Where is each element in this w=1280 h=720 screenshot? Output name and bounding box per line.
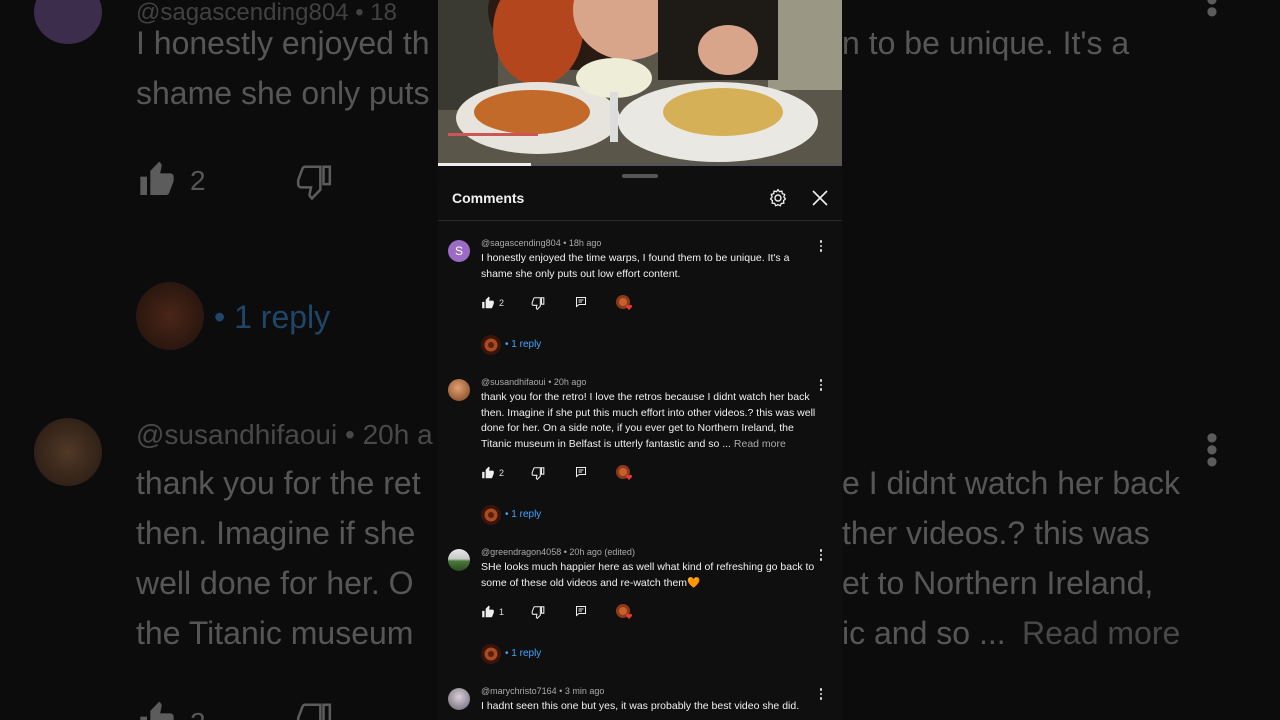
settings-icon[interactable] <box>766 186 790 210</box>
comment-item: @marychristo7164 • 3 min ago I hadnt see… <box>438 686 842 720</box>
bg-text-line: the Titanic museum <box>136 615 414 651</box>
creator-heart-icon <box>616 295 633 310</box>
thumbs-down-icon[interactable] <box>531 466 545 480</box>
bg-text-line: I honestly enjoyed th <box>136 25 430 61</box>
comment-actions: 1 <box>481 604 821 621</box>
comment-meta: @marychristo7164 • 3 min ago <box>481 686 605 696</box>
avatar[interactable] <box>448 379 470 401</box>
bg-thumbs-up-icon <box>140 161 174 195</box>
comment-meta: @greendragon4058 • 20h ago (edited) <box>481 547 635 557</box>
bg-thumbs-down-icon <box>296 703 332 720</box>
reply-icon[interactable] <box>575 466 587 478</box>
view-replies[interactable]: • 1 reply <box>481 505 601 527</box>
avatar[interactable]: S <box>448 240 470 262</box>
reply-icon[interactable] <box>575 605 587 617</box>
like-count: 2 <box>499 298 505 308</box>
drag-handle[interactable] <box>622 174 658 178</box>
creator-heart-icon <box>616 465 633 480</box>
creator-heart-icon <box>616 604 633 619</box>
comment-actions: 2 <box>481 465 821 482</box>
reply-count-link[interactable]: • 1 reply <box>505 509 541 520</box>
thumbs-up-icon[interactable] <box>481 296 495 310</box>
comment-author[interactable]: @marychristo7164 <box>481 686 557 696</box>
bg-read-more: Read more <box>1022 615 1181 651</box>
bg-avatar-susan <box>34 418 102 486</box>
bg-text-line: shame she only puts <box>136 75 430 111</box>
bg-text-line: then. Imagine if she <box>136 515 416 551</box>
comment-text: I hadnt seen this one but yes, it was pr… <box>481 700 800 712</box>
bg-text-line: n to be unique. It's a <box>842 25 1130 61</box>
reply-count-link[interactable]: • 1 reply <box>505 648 541 659</box>
thumbs-up-icon[interactable] <box>481 466 495 480</box>
comments-header: Comments <box>438 180 842 221</box>
comment-meta: @susandhifaoui • 20h ago <box>481 377 587 387</box>
video-frame <box>438 0 842 166</box>
bg-like-count: 2 <box>190 698 206 720</box>
edited-label: (edited) <box>604 547 635 557</box>
comment-time: 20h ago <box>569 547 602 557</box>
bg-reply-avatar <box>136 282 204 350</box>
comments-title: Comments <box>452 190 525 206</box>
bg-more-icon: • • <box>1206 0 1218 31</box>
comment-text: I honestly enjoyed the time warps, I fou… <box>481 252 790 280</box>
view-replies[interactable]: • 1 reply <box>481 335 601 357</box>
reply-icon[interactable] <box>575 296 587 308</box>
bg-more-icon: • • • <box>1206 419 1218 481</box>
bg-thumbs-up-icon <box>140 701 174 720</box>
comment-time: 20h ago <box>553 377 587 387</box>
reply-avatar <box>481 644 501 664</box>
thumbs-up-icon[interactable] <box>481 605 495 619</box>
view-replies[interactable]: • 1 reply <box>481 644 601 666</box>
bg-text-line: well done for her. O <box>136 565 414 601</box>
video-player[interactable] <box>438 0 842 166</box>
comment-time: 18h ago <box>568 238 602 248</box>
bg-text-line: e I didnt watch her back <box>842 465 1180 501</box>
reply-avatar <box>481 335 501 355</box>
reply-count-link[interactable]: • 1 reply <box>505 339 541 350</box>
bg-reply-link: • 1 reply <box>214 299 331 335</box>
bg-text-line: ic and so ... <box>842 615 1006 651</box>
bg-thumbs-down-icon <box>296 165 332 200</box>
phone-screen: Comments S @sagascending804 • 18h ago I … <box>438 0 842 720</box>
avatar[interactable] <box>448 549 470 571</box>
comment-time: 3 min ago <box>564 686 605 696</box>
bg-like-count: 2 <box>190 165 206 196</box>
thumbs-down-icon[interactable] <box>531 605 545 619</box>
comment-author[interactable]: @sagascending804 <box>481 238 561 248</box>
thumbs-down-icon[interactable] <box>531 296 545 310</box>
like-count: 1 <box>499 607 505 617</box>
like-count: 2 <box>499 468 505 478</box>
bg-author: @susandhifaoui • 20h a <box>136 419 433 450</box>
bg-text-line: et to Northern Ireland, <box>842 565 1154 601</box>
avatar-letter: S <box>454 244 463 258</box>
comment-text-wrap: thank you for the retro! I love the retr… <box>481 390 819 452</box>
comment-actions: 2 <box>481 295 821 312</box>
comment-text: SHe looks much happier here as well what… <box>481 561 815 589</box>
comment-author[interactable]: @susandhifaoui <box>481 377 546 387</box>
avatar[interactable] <box>448 688 470 710</box>
reply-avatar <box>481 505 501 525</box>
bg-avatar-s <box>34 0 102 44</box>
bg-text-line: ther videos.? this was <box>842 515 1150 551</box>
comment-meta: @sagascending804 • 18h ago <box>481 238 602 248</box>
close-icon[interactable] <box>808 186 832 210</box>
comment-author[interactable]: @greendragon4058 <box>481 547 561 557</box>
bg-text-line: thank you for the ret <box>136 465 421 501</box>
comments-panel: Comments S @sagascending804 • 18h ago I … <box>438 166 842 720</box>
read-more-link[interactable]: Read more <box>734 438 786 450</box>
